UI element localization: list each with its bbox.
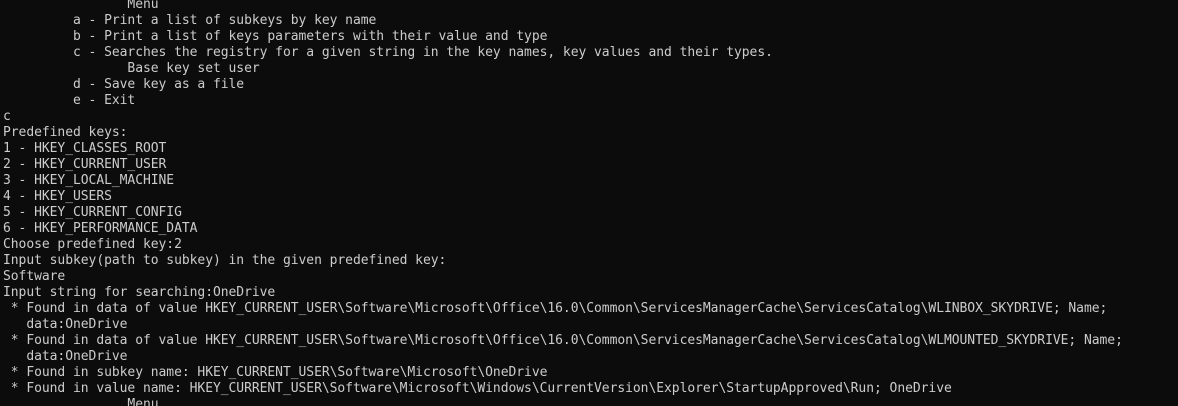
subkey-input: Software bbox=[3, 269, 66, 284]
search-result: * Found in value name: HKEY_CURRENT_USER… bbox=[3, 381, 952, 396]
menu-title: Menu bbox=[3, 0, 159, 12]
search-result-continuation: data:OneDrive bbox=[3, 317, 128, 332]
search-result: * Found in subkey name: HKEY_CURRENT_USE… bbox=[3, 365, 548, 380]
predefined-key-item: 6 - HKEY_PERFORMANCE_DATA bbox=[3, 221, 198, 236]
menu-option-d: d - Save key as a file bbox=[3, 77, 245, 92]
predefined-key-item: 5 - HKEY_CURRENT_CONFIG bbox=[3, 205, 182, 220]
choose-key-prompt: Choose predefined key:2 bbox=[3, 237, 182, 252]
predefined-key-item: 1 - HKEY_CLASSES_ROOT bbox=[3, 141, 167, 156]
predefined-key-item: 3 - HKEY_LOCAL_MACHINE bbox=[3, 173, 175, 188]
search-result: * Found in data of value HKEY_CURRENT_US… bbox=[3, 301, 1108, 316]
subkey-prompt: Input subkey(path to subkey) in the give… bbox=[3, 253, 447, 268]
search-string-prompt: Input string for searching:OneDrive bbox=[3, 285, 276, 300]
console-output[interactable]: Menu a - Print a list of subkeys by key … bbox=[0, 0, 1178, 406]
menu-title: Menu bbox=[3, 397, 159, 406]
predefined-keys-header: Predefined keys: bbox=[3, 125, 128, 140]
user-choice: c bbox=[3, 109, 11, 124]
menu-option-c: c - Searches the registry for a given st… bbox=[3, 45, 773, 60]
console-text: Menu a - Print a list of subkeys by key … bbox=[3, 0, 1123, 406]
menu-option-e: e - Exit bbox=[3, 93, 136, 108]
predefined-key-item: 4 - HKEY_USERS bbox=[3, 189, 112, 204]
menu-option-a: a - Print a list of subkeys by key name bbox=[3, 13, 377, 28]
search-result: * Found in data of value HKEY_CURRENT_US… bbox=[3, 333, 1123, 348]
menu-option-b: b - Print a list of keys parameters with… bbox=[3, 29, 548, 44]
predefined-key-item: 2 - HKEY_CURRENT_USER bbox=[3, 157, 167, 172]
base-key-note: Base key set user bbox=[3, 61, 260, 76]
search-result-continuation: data:OneDrive bbox=[3, 349, 128, 364]
